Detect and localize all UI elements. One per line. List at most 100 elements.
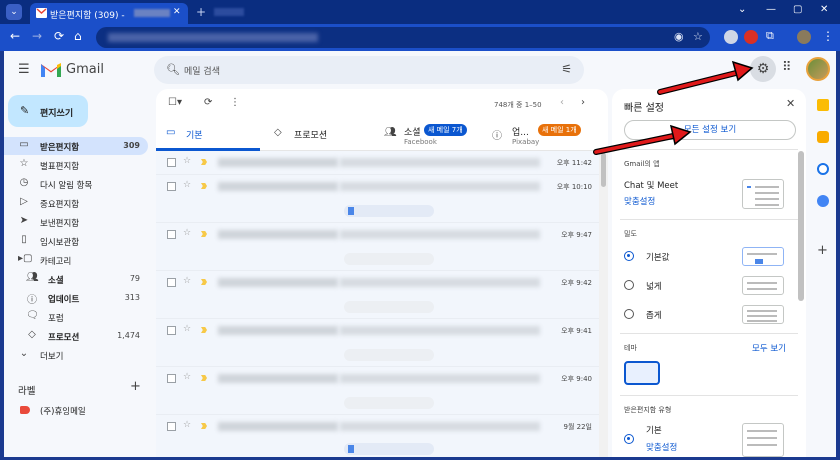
- mail-row[interactable]: ☆ 오후 9:47: [156, 223, 600, 271]
- maximize-button[interactable]: ▢: [793, 4, 802, 15]
- sidebar-item-forums[interactable]: 🗨︎ 포럼: [4, 308, 148, 326]
- density-compact-preview[interactable]: [742, 305, 784, 324]
- row-checkbox[interactable]: [167, 278, 176, 287]
- see-all-settings-button[interactable]: 모든 설정 보기: [624, 120, 796, 140]
- inbox-customize-link[interactable]: 맞춤설정: [646, 441, 677, 453]
- density-comfortable-preview[interactable]: [742, 276, 784, 295]
- tab-promotions[interactable]: ◇ 프로모션: [264, 119, 374, 151]
- sidebar-item-social[interactable]: 👥︎ 소셜 79: [4, 270, 148, 288]
- star-icon[interactable]: ☆: [183, 372, 191, 382]
- settings-scrollbar[interactable]: [798, 151, 804, 301]
- extension-red-icon[interactable]: [744, 30, 758, 44]
- bookmark-star-icon[interactable]: ☆: [693, 30, 703, 43]
- attachment-chip[interactable]: [344, 397, 434, 409]
- tab-social[interactable]: 👥︎ 소셜 새 메일 7개 Facebook: [374, 119, 484, 151]
- close-window-button[interactable]: ✕: [820, 4, 828, 15]
- new-tab-button[interactable]: +: [196, 5, 206, 19]
- tasks-icon[interactable]: [817, 163, 829, 175]
- select-all-checkbox[interactable]: ☐▾: [168, 97, 182, 108]
- important-marker-icon[interactable]: [201, 183, 207, 189]
- important-marker-icon[interactable]: [201, 423, 207, 429]
- star-icon[interactable]: ☆: [183, 276, 191, 286]
- mail-row[interactable]: ☆ 오후 9:41: [156, 319, 600, 367]
- attachment-chip[interactable]: [344, 301, 434, 313]
- calendar-icon[interactable]: [817, 99, 829, 111]
- star-icon[interactable]: ☆: [183, 420, 191, 430]
- add-addon-icon[interactable]: +: [817, 243, 828, 258]
- close-icon[interactable]: ✕: [786, 97, 795, 110]
- star-icon[interactable]: ☆: [183, 324, 191, 334]
- account-avatar[interactable]: [806, 57, 830, 81]
- important-marker-icon[interactable]: [201, 327, 207, 333]
- mail-row[interactable]: ☆ 오후 9:42: [156, 271, 600, 319]
- eye-icon[interactable]: ◉: [674, 30, 684, 43]
- mail-row[interactable]: ☆ 오후 11:42: [156, 151, 600, 175]
- density-default-preview[interactable]: [742, 247, 784, 266]
- row-checkbox[interactable]: [167, 374, 176, 383]
- minimize-button[interactable]: —: [766, 4, 776, 15]
- refresh-icon[interactable]: ⟳: [204, 97, 212, 108]
- sidebar-item-starred[interactable]: ☆ 별표편지함: [4, 156, 148, 174]
- attachment-chip[interactable]: [344, 443, 434, 455]
- sidebar-item-important[interactable]: ▷ 중요편지함: [4, 194, 148, 212]
- forward-arrow-icon[interactable]: →: [32, 29, 42, 43]
- compose-button[interactable]: ✎ 편지쓰기: [8, 95, 88, 127]
- keep-icon[interactable]: [817, 131, 829, 143]
- theme-thumbnail[interactable]: [624, 361, 660, 385]
- google-apps-icon[interactable]: ⠿: [782, 60, 792, 75]
- tab-list-button[interactable]: ⌄: [738, 4, 746, 15]
- attachment-chip[interactable]: [344, 253, 434, 265]
- mail-row[interactable]: ☆ 9월 22일: [156, 415, 600, 457]
- mail-row[interactable]: ☆ 오후 9:40: [156, 367, 600, 415]
- extension-icon[interactable]: [724, 30, 738, 44]
- row-checkbox[interactable]: [167, 230, 176, 239]
- customize-link[interactable]: 맞춤설정: [624, 195, 655, 207]
- home-icon[interactable]: ⌂: [74, 29, 82, 43]
- row-checkbox[interactable]: [167, 158, 176, 167]
- star-icon[interactable]: ☆: [183, 180, 191, 190]
- attachment-chip[interactable]: [344, 205, 434, 217]
- reload-icon[interactable]: ⟳: [54, 29, 64, 43]
- sidebar-item-drafts[interactable]: ▯ 임시보관함: [4, 232, 148, 250]
- main-menu-icon[interactable]: ☰: [18, 62, 30, 77]
- add-label-icon[interactable]: +: [130, 379, 141, 394]
- tab-updates[interactable]: ⓘ 업... 새 메일 1개 Pixabay: [482, 119, 600, 151]
- tab-primary[interactable]: ▭ 기본: [156, 119, 260, 151]
- mail-row[interactable]: ☆ 오후 10:10: [156, 175, 600, 223]
- sidebar-item-label[interactable]: (주)휴잉메일: [40, 405, 86, 417]
- density-default-radio[interactable]: [624, 251, 634, 261]
- prev-page-icon[interactable]: ‹: [560, 97, 564, 108]
- theme-view-all-link[interactable]: 모두 보기: [752, 342, 786, 354]
- important-marker-icon[interactable]: [201, 159, 207, 165]
- row-checkbox[interactable]: [167, 182, 176, 191]
- sidebar-item-categories[interactable]: ▸▢ 카테고리: [4, 251, 148, 269]
- sidebar-item-more[interactable]: ⌄ 더보기: [4, 346, 148, 364]
- settings-gear-icon[interactable]: ⚙: [750, 56, 776, 82]
- important-marker-icon[interactable]: [201, 231, 207, 237]
- density-comfortable-radio[interactable]: [624, 280, 634, 290]
- search-bar[interactable]: 🔍︎ 메일 검색 ⚟: [154, 56, 584, 84]
- tab-search-button[interactable]: ⌄: [6, 4, 22, 20]
- browser-tab[interactable]: 받은편지함 (309) - ✕: [30, 3, 188, 24]
- density-compact-radio[interactable]: [624, 309, 634, 319]
- next-page-icon[interactable]: ›: [581, 97, 585, 108]
- contacts-icon[interactable]: [817, 195, 829, 207]
- star-icon[interactable]: ☆: [183, 228, 191, 238]
- address-bar[interactable]: ◉ ☆: [96, 27, 710, 48]
- profile-avatar[interactable]: [797, 30, 811, 44]
- important-marker-icon[interactable]: [201, 279, 207, 285]
- mail-list-scrollbar[interactable]: [599, 151, 608, 457]
- search-filter-icon[interactable]: ⚟: [561, 62, 572, 76]
- sidebar-item-sent[interactable]: ➤ 보낸편지함: [4, 213, 148, 231]
- row-checkbox[interactable]: [167, 326, 176, 335]
- scrollbar-thumb[interactable]: [601, 153, 606, 187]
- extensions-puzzle-icon[interactable]: ⧉: [766, 29, 774, 43]
- back-arrow-icon[interactable]: ←: [10, 29, 20, 43]
- search-input[interactable]: 메일 검색: [184, 64, 220, 77]
- more-options-icon[interactable]: ⋮: [230, 97, 240, 108]
- star-icon[interactable]: ☆: [183, 156, 191, 166]
- sidebar-item-inbox[interactable]: ▭ 받은편지함 309: [4, 137, 148, 155]
- sidebar-item-snoozed[interactable]: ◷ 다시 알림 항목: [4, 175, 148, 193]
- tab-close-icon[interactable]: ✕: [173, 7, 181, 17]
- sidebar-item-updates[interactable]: ⓘ 업데이트 313: [4, 289, 148, 307]
